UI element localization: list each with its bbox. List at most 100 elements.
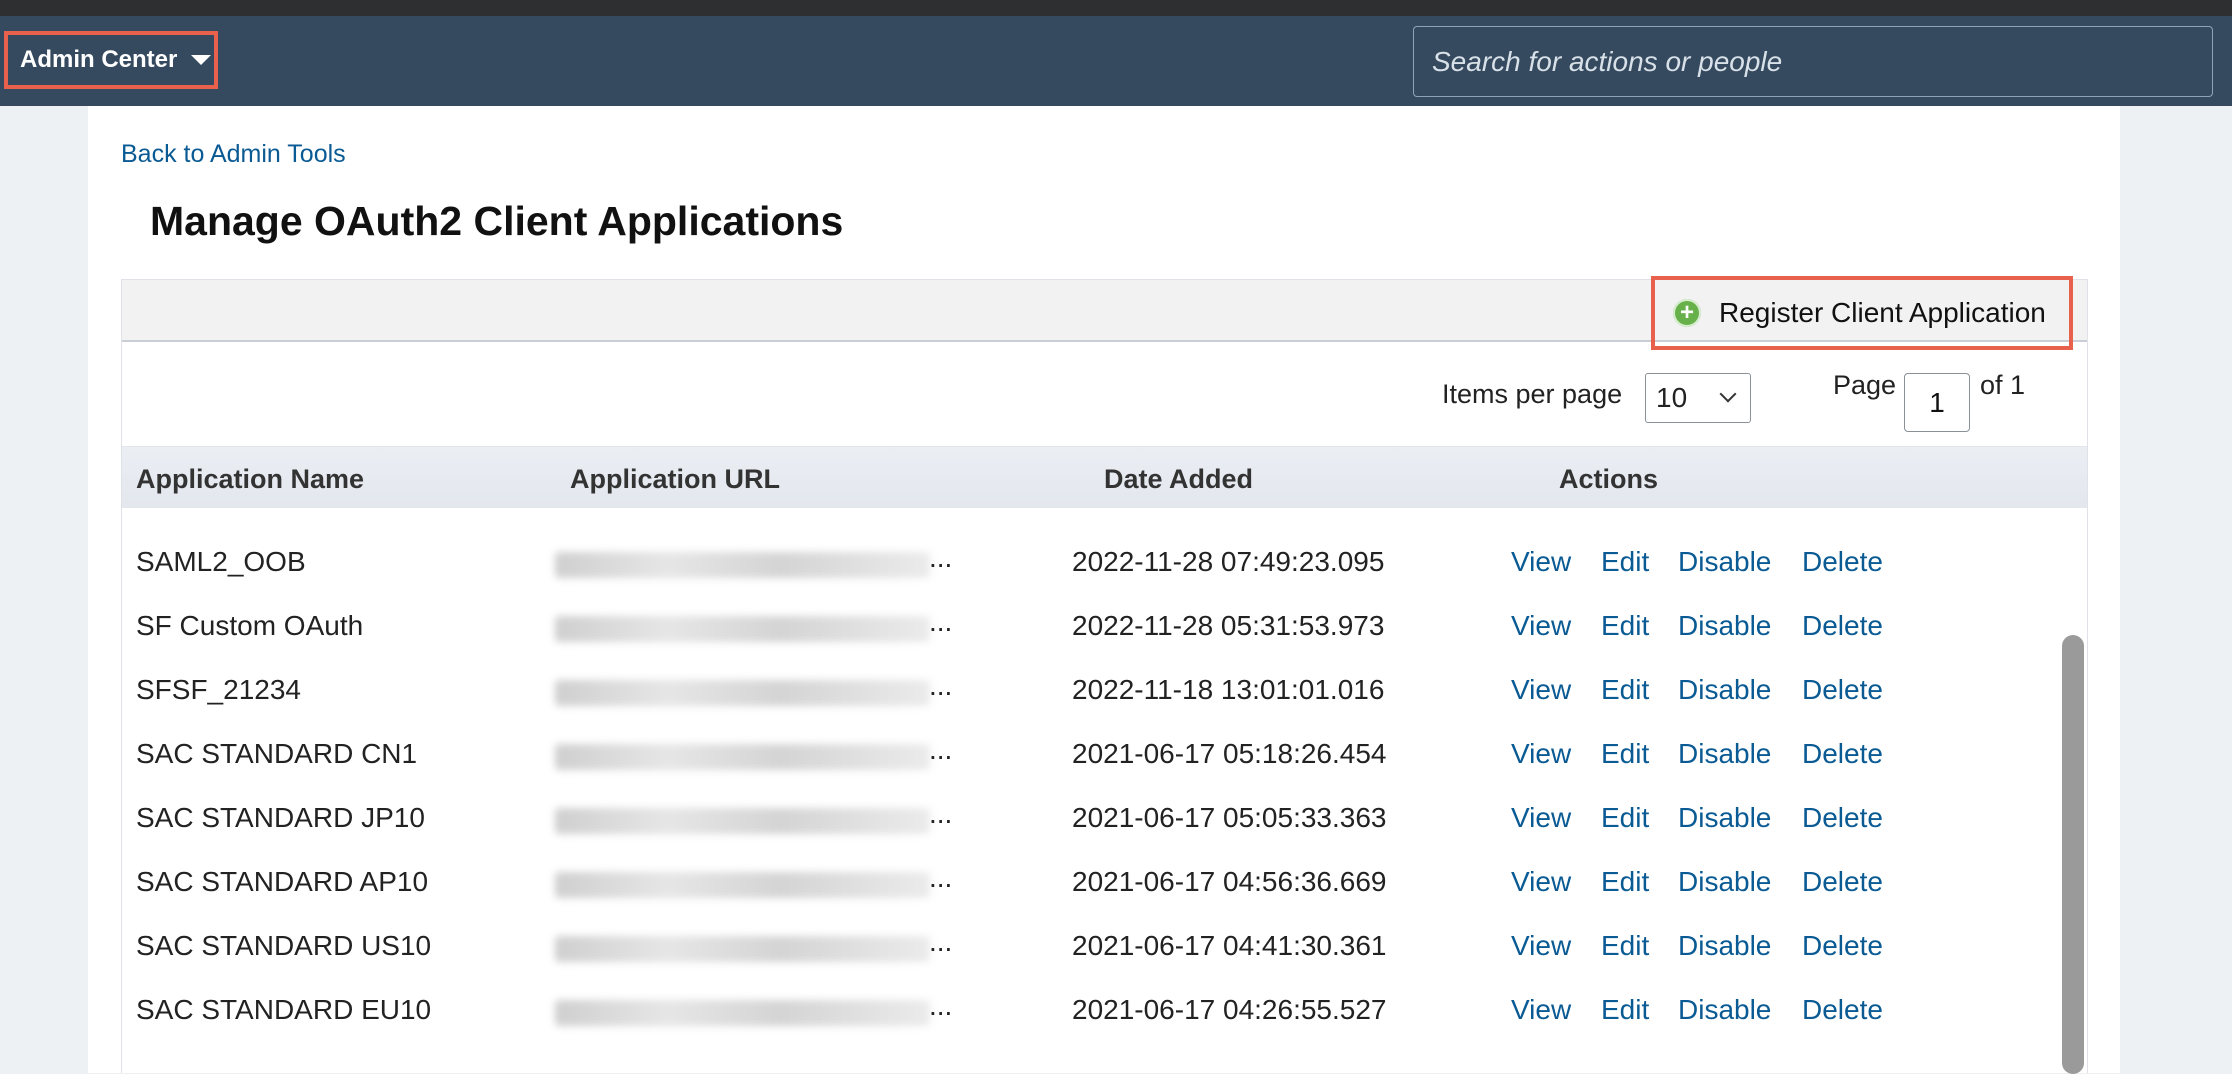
application-name-cell: SAC STANDARD US10 xyxy=(136,930,432,961)
add-circle-icon: + xyxy=(1673,299,1701,327)
url-ellipsis: ... xyxy=(929,542,953,573)
table-row: SFSF_21234 ... 2022-11-18 13:01:01.016 V… xyxy=(122,658,2062,722)
column-header-application-name: Application Name xyxy=(136,464,365,494)
disable-link[interactable]: Disable xyxy=(1678,738,1771,770)
view-link[interactable]: View xyxy=(1511,802,1571,834)
url-ellipsis: ... xyxy=(929,734,953,765)
disable-link[interactable]: Disable xyxy=(1678,994,1771,1026)
redacted-url xyxy=(555,680,930,706)
edit-link[interactable]: Edit xyxy=(1601,546,1649,578)
register-button-label: Register Client Application xyxy=(1719,297,2046,328)
application-name-cell: SAC STANDARD JP10 xyxy=(136,802,425,833)
date-added-cell: 2021-06-17 05:05:33.363 xyxy=(1072,802,1387,833)
redacted-url xyxy=(555,616,930,642)
application-name-cell: SF Custom OAuth xyxy=(136,610,364,641)
caret-down-icon xyxy=(191,55,212,65)
date-added-cell: 2022-11-18 13:01:01.016 xyxy=(1072,674,1385,705)
edit-link[interactable]: Edit xyxy=(1601,930,1649,962)
admin-center-menu-button[interactable]: Admin Center xyxy=(4,31,218,89)
disable-link[interactable]: Disable xyxy=(1678,866,1771,898)
items-per-page-select[interactable]: 10 xyxy=(1645,373,1751,423)
disable-link[interactable]: Disable xyxy=(1678,802,1771,834)
date-added-cell: 2021-06-17 04:56:36.669 xyxy=(1072,866,1387,897)
application-name-cell: SAML2_OOB xyxy=(136,546,306,577)
delete-link[interactable]: Delete xyxy=(1802,994,1883,1026)
application-name-cell: SAC STANDARD CN1 xyxy=(136,738,418,769)
redacted-url xyxy=(555,1000,930,1026)
view-link[interactable]: View xyxy=(1511,546,1571,578)
redacted-url xyxy=(555,936,930,962)
url-ellipsis: ... xyxy=(929,670,953,701)
edit-link[interactable]: Edit xyxy=(1601,674,1649,706)
application-name-cell: SFSF_21234 xyxy=(136,674,301,705)
table-row: SAC STANDARD AP10 ... 2021-06-17 04:56:3… xyxy=(122,850,2062,914)
url-ellipsis: ... xyxy=(929,990,953,1021)
table-row: SF Custom OAuth ... 2022-11-28 05:31:53.… xyxy=(122,594,2062,658)
applications-panel: + Register Client Application Items per … xyxy=(121,276,2088,1074)
page-title: Manage OAuth2 Client Applications xyxy=(150,198,844,244)
table-row: SAML2_OOB ... 2022-11-28 07:49:23.095 Vi… xyxy=(122,530,2062,594)
date-added-cell: 2021-06-17 04:41:30.361 xyxy=(1072,930,1387,961)
table-row: SAC STANDARD US10 ... 2021-06-17 04:41:3… xyxy=(122,914,2062,978)
table-toolbar: + Register Client Application xyxy=(122,276,2087,350)
chevron-down-icon xyxy=(1719,385,1737,403)
delete-link[interactable]: Delete xyxy=(1802,546,1883,578)
delete-link[interactable]: Delete xyxy=(1802,610,1883,642)
disable-link[interactable]: Disable xyxy=(1678,674,1771,706)
column-header-date-added: Date Added xyxy=(1104,464,1254,494)
main-content: Back to Admin Tools Manage OAuth2 Client… xyxy=(88,106,2120,1074)
view-link[interactable]: View xyxy=(1511,866,1571,898)
page-number-input[interactable] xyxy=(1904,373,1970,432)
date-added-cell: 2021-06-17 04:26:55.527 xyxy=(1072,994,1387,1025)
edit-link[interactable]: Edit xyxy=(1601,610,1649,642)
view-link[interactable]: View xyxy=(1511,930,1571,962)
redacted-url xyxy=(555,808,930,834)
application-name-cell: SAC STANDARD AP10 xyxy=(136,866,429,897)
delete-link[interactable]: Delete xyxy=(1802,738,1883,770)
redacted-url xyxy=(555,552,930,578)
table-row: SAC STANDARD JP10 ... 2021-06-17 05:05:3… xyxy=(122,786,2062,850)
delete-link[interactable]: Delete xyxy=(1802,866,1883,898)
disable-link[interactable]: Disable xyxy=(1678,546,1771,578)
view-link[interactable]: View xyxy=(1511,610,1571,642)
items-per-page-label: Items per page xyxy=(1442,379,1623,409)
delete-link[interactable]: Delete xyxy=(1802,802,1883,834)
page-total-label: of 1 xyxy=(1980,370,2026,400)
pagination-bar: Items per page 10 Page of 1 xyxy=(122,342,2087,446)
url-ellipsis: ... xyxy=(929,606,953,637)
date-added-cell: 2022-11-28 05:31:53.973 xyxy=(1072,610,1385,641)
url-ellipsis: ... xyxy=(929,926,953,957)
edit-link[interactable]: Edit xyxy=(1601,994,1649,1026)
url-ellipsis: ... xyxy=(929,862,953,893)
search-input[interactable] xyxy=(1413,26,2213,97)
view-link[interactable]: View xyxy=(1511,674,1571,706)
edit-link[interactable]: Edit xyxy=(1601,738,1649,770)
application-name-cell: SAC STANDARD EU10 xyxy=(136,994,432,1025)
redacted-url xyxy=(555,744,930,770)
column-header-actions: Actions xyxy=(1559,464,1659,494)
date-added-cell: 2022-11-28 07:49:23.095 xyxy=(1072,546,1385,577)
view-link[interactable]: View xyxy=(1511,738,1571,770)
table-row: SAC STANDARD EU10 ... 2021-06-17 04:26:5… xyxy=(122,978,2062,1042)
back-to-admin-tools-link[interactable]: Back to Admin Tools xyxy=(121,140,346,169)
disable-link[interactable]: Disable xyxy=(1678,930,1771,962)
window-top-strip xyxy=(0,0,2232,16)
delete-link[interactable]: Delete xyxy=(1802,674,1883,706)
column-header-application-url: Application URL xyxy=(570,464,780,494)
edit-link[interactable]: Edit xyxy=(1601,866,1649,898)
table-row: SAC STANDARD CN1 ... 2021-06-17 05:18:26… xyxy=(122,722,2062,786)
delete-link[interactable]: Delete xyxy=(1802,930,1883,962)
date-added-cell: 2021-06-17 05:18:26.454 xyxy=(1072,738,1387,769)
url-ellipsis: ... xyxy=(929,798,953,829)
table-header: Application Name Application URL Date Ad… xyxy=(122,446,2087,508)
redacted-url xyxy=(555,872,930,898)
disable-link[interactable]: Disable xyxy=(1678,610,1771,642)
table-scrollbar[interactable] xyxy=(2062,635,2084,1074)
view-link[interactable]: View xyxy=(1511,994,1571,1026)
page-label: Page xyxy=(1833,370,1897,400)
edit-link[interactable]: Edit xyxy=(1601,802,1649,834)
admin-center-label: Admin Center xyxy=(20,46,178,73)
shell-bar: Admin Center xyxy=(0,16,2232,106)
items-per-page-value: 10 xyxy=(1656,382,1688,413)
register-client-application-button[interactable]: + Register Client Application xyxy=(1651,276,2073,350)
